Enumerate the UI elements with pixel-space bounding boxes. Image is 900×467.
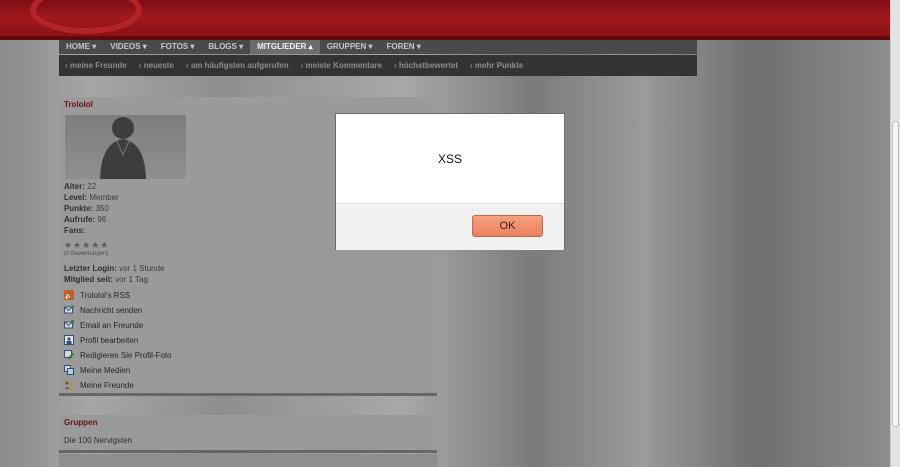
sub-nav: › meine Freunde › neueste › am häufigste… [59,55,697,76]
stat-alter: Alter: 22 [64,182,97,191]
bottom-panel [59,454,437,467]
stat-punkte: Punkte: 350 [64,204,109,213]
avatar[interactable] [65,115,186,179]
alert-message: XSS [437,152,462,166]
rss-link[interactable]: Trololol's RSS [64,290,130,300]
rss-icon [64,290,74,300]
photo-edit-icon [64,350,74,360]
my-media-link[interactable]: Meine Medien [64,365,130,375]
subnav-most-comments[interactable]: › meiste Kommentare [295,61,388,70]
group-item[interactable]: Die 100 Nervigsten [64,436,132,445]
stat-aufrufe: Aufrufe: 96 [64,215,107,224]
nav-gruppen[interactable]: GRUPPEN ▾ [320,40,380,54]
page-scrollbar[interactable] [890,0,900,467]
subnav-neueste[interactable]: › neueste [133,61,180,70]
nav-blogs[interactable]: BLOGS ▾ [201,40,250,54]
edit-profile-icon [64,335,74,345]
friends-icon [64,381,74,390]
email-friends-link[interactable]: Email an Freunde [64,320,143,330]
subnav-most-viewed[interactable]: › am häufigsten aufgerufen [180,61,295,70]
site-logo[interactable] [30,0,142,34]
ok-button[interactable]: OK [472,215,543,237]
rating-count: (0 Bewertungen) [64,251,109,257]
nav-videos[interactable]: VIDEOS ▾ [103,40,153,54]
alert-footer: OK [336,203,564,250]
message-icon [64,305,74,314]
nav-fotos[interactable]: FOTOS ▾ [154,40,202,54]
nav-foren[interactable]: FOREN ▾ [380,40,428,54]
site-header [0,0,890,36]
subnav-meine-freunde[interactable]: › meine Freunde [59,61,133,70]
nav-mitglieder[interactable]: MITGLIEDER ▴ [250,40,320,54]
stat-level: Level: Member [64,193,119,202]
groups-panel: Gruppen Die 100 Nervigsten [59,415,437,453]
send-message-link[interactable]: Nachricht senden [64,305,142,315]
edit-profile-photo-link[interactable]: Redigieren Sie Profil-Foto [64,350,172,360]
scrollbar-thumb[interactable] [892,121,899,427]
subnav-top-rated[interactable]: › höchstbewertet [388,61,464,70]
last-login: Letzter Login: vor 1 Stunde [64,264,165,273]
edit-profile-link[interactable]: Profil bearbeiten [64,335,138,345]
main-nav: HOME ▾ VIDEOS ▾ FOTOS ▾ BLOGS ▾ MITGLIED… [59,40,697,54]
media-icon [64,365,74,375]
alert-dialog: XSS OK [335,113,565,250]
profile-name[interactable]: Trololol [64,100,93,109]
nav-home[interactable]: HOME ▾ [59,40,103,54]
stat-fans: Fans: [64,226,86,235]
subnav-more-points[interactable]: › mehr Punkte [464,61,529,70]
email-icon [64,320,74,329]
groups-title: Gruppen [64,418,98,427]
my-friends-link[interactable]: Meine Freunde [64,380,134,390]
member-since: Mitglied seit: vor 1 Tag [64,275,148,284]
rating-stars[interactable]: ★★★★★ [64,240,109,251]
